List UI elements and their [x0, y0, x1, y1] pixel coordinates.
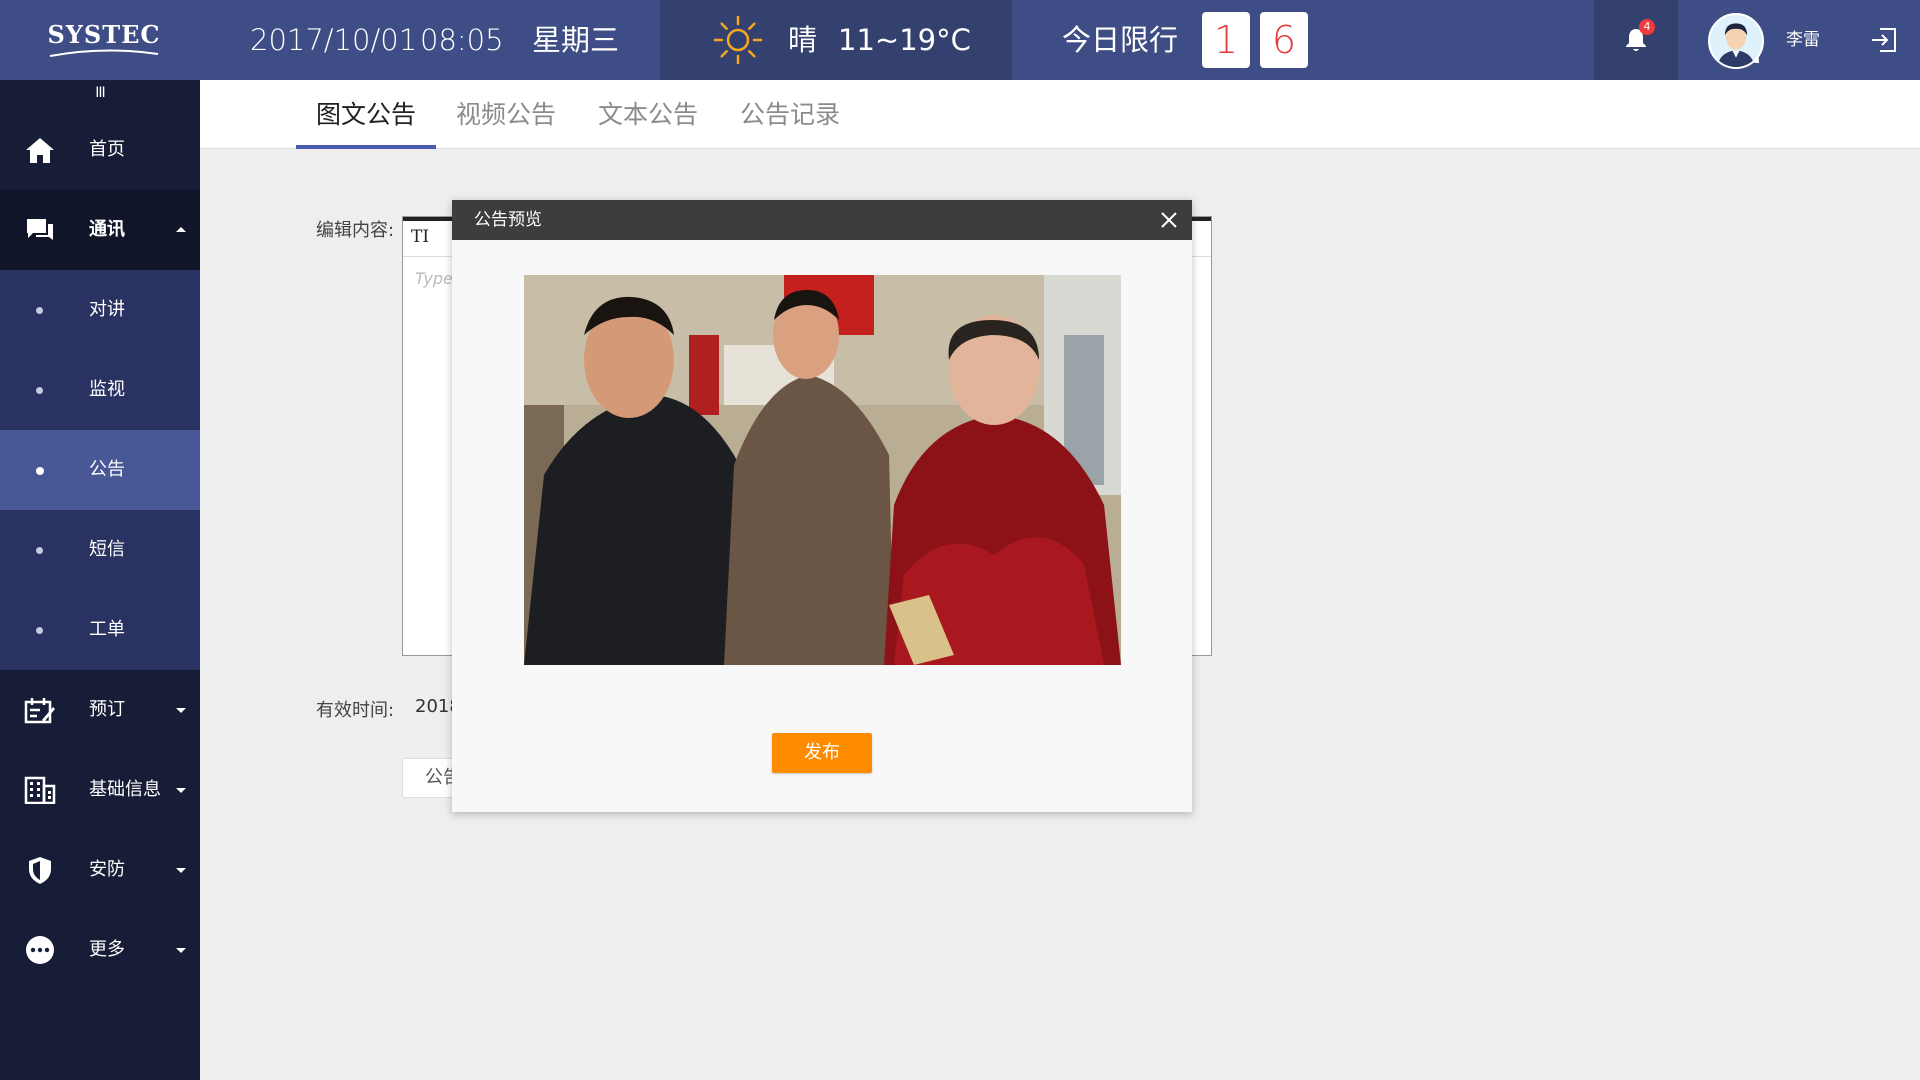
announcement-preview-modal: 公告预览 发布 — [452, 200, 1192, 812]
traffic-limit-label: 今日限行 — [1062, 23, 1179, 57]
expand-caret-icon — [176, 788, 186, 793]
announcement-photo — [524, 275, 1121, 665]
sidebar-item-label: 安防 — [89, 859, 125, 880]
logout-icon[interactable] — [1870, 27, 1898, 53]
modal-title: 公告预览 — [474, 210, 542, 230]
expand-caret-icon — [176, 708, 186, 713]
weather-temperature: 11~19°C — [838, 23, 971, 57]
sidebar-item-label: 对讲 — [89, 299, 125, 320]
logo-swoosh-icon — [49, 49, 159, 57]
logo-text: SYSTEC — [47, 20, 161, 49]
sun-icon — [713, 15, 763, 65]
close-icon[interactable] — [1159, 210, 1179, 230]
notifications-button[interactable]: 4 — [1594, 0, 1678, 80]
sidebar-item-label: 基础信息 — [89, 779, 161, 800]
systec-logo: SYSTEC — [44, 20, 164, 60]
sidebar-item-work-order[interactable]: 工单 — [0, 590, 200, 670]
sidebar-item-booking[interactable]: 预订 — [0, 670, 200, 750]
sidebar-item-announcement[interactable]: 公告 — [0, 430, 200, 510]
bullet-icon — [36, 307, 43, 314]
publish-button[interactable]: 发布 — [772, 733, 872, 773]
header-date: 2017/10/01 — [250, 23, 418, 57]
tab-text-announcement[interactable]: 文本公告 — [598, 80, 698, 148]
sidebar-item-label: 工单 — [89, 619, 125, 640]
top-header: SYSTEC 2017/10/01 08:05 星期三 晴 11~19°C 今日… — [0, 0, 1920, 80]
building-icon — [24, 776, 56, 804]
shield-icon — [29, 857, 51, 884]
expand-caret-icon — [176, 868, 186, 873]
sidebar-item-label: 首页 — [89, 139, 125, 160]
weather-condition: 晴 — [788, 23, 818, 57]
editor-placeholder: Type — [415, 269, 453, 288]
bullet-icon — [36, 547, 43, 554]
username: 李雷 — [1786, 30, 1820, 50]
bullet-icon — [36, 387, 43, 394]
sidebar-item-basic-info[interactable]: 基础信息 — [0, 750, 200, 830]
sidebar-item-communication[interactable]: 通讯 — [0, 190, 200, 270]
edit-content-label: 编辑内容: — [316, 220, 395, 241]
more-icon — [26, 936, 54, 964]
collapse-caret-icon — [176, 227, 186, 232]
chat-icon — [27, 219, 53, 240]
sidebar-item-label: 预订 — [89, 699, 125, 720]
sidebar-item-home[interactable]: 首页 — [0, 110, 200, 190]
photo-image — [524, 275, 1121, 665]
home-icon — [26, 138, 54, 163]
bullet-icon — [36, 627, 43, 634]
tab-image-text-announcement[interactable]: 图文公告 — [316, 80, 416, 148]
expand-caret-icon — [176, 948, 186, 953]
sidebar: III 首页 通讯 对讲 监视 公告 短信 工单 预订 基础信息 安防 更多 — [0, 80, 200, 1080]
header-time: 08:05 — [420, 23, 504, 57]
traffic-limit-digit: 1 — [1202, 12, 1250, 68]
bullet-icon — [36, 467, 44, 475]
sidebar-item-intercom[interactable]: 对讲 — [0, 270, 200, 350]
text-format-tool[interactable]: TI — [411, 227, 429, 247]
tab-video-announcement[interactable]: 视频公告 — [456, 80, 556, 148]
sidebar-item-monitor[interactable]: 监视 — [0, 350, 200, 430]
sidebar-item-label: 通讯 — [89, 219, 125, 240]
traffic-limit-digit: 6 — [1260, 12, 1308, 68]
booking-icon — [24, 698, 55, 724]
sidebar-item-more[interactable]: 更多 — [0, 910, 200, 990]
announcement-tabs: 图文公告 视频公告 文本公告 公告记录 — [200, 80, 1920, 149]
valid-time-label: 有效时间: — [316, 700, 395, 721]
sidebar-item-label: 更多 — [89, 939, 125, 960]
sidebar-item-label: 短信 — [89, 539, 125, 560]
tab-announcement-records[interactable]: 公告记录 — [740, 80, 840, 148]
weather-panel: 晴 11~19°C — [660, 0, 1012, 80]
notification-count-badge: 4 — [1639, 19, 1655, 35]
header-weekday: 星期三 — [532, 23, 620, 57]
sidebar-toggle[interactable]: III — [92, 86, 108, 100]
active-tab-indicator — [296, 145, 436, 149]
sidebar-item-security[interactable]: 安防 — [0, 830, 200, 910]
sidebar-item-label: 公告 — [89, 459, 125, 480]
sidebar-item-label: 监视 — [89, 379, 125, 400]
modal-header: 公告预览 — [452, 200, 1192, 240]
sidebar-item-sms[interactable]: 短信 — [0, 510, 200, 590]
